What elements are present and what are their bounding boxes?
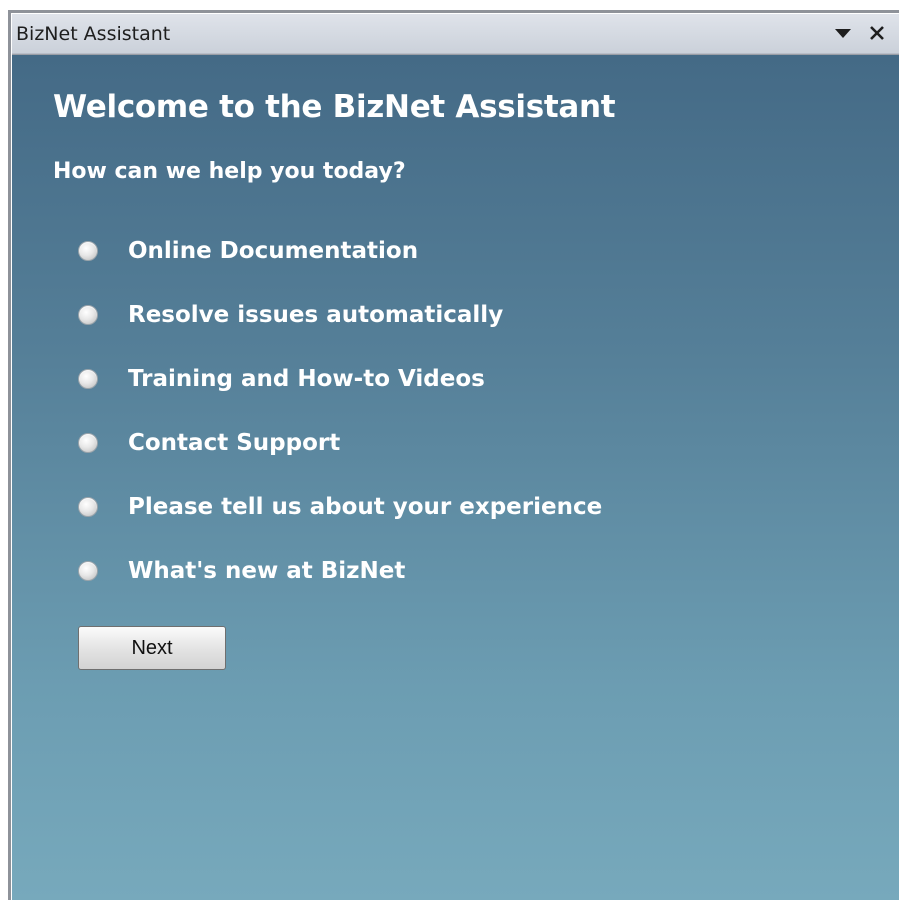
- triangle-down-icon: [835, 29, 851, 38]
- assistant-pane: BizNet Assistant Welcome to the BizNet A…: [11, 13, 899, 900]
- option-label: What's new at BizNet: [128, 558, 406, 584]
- radio-button[interactable]: [78, 561, 98, 581]
- title-bar: BizNet Assistant: [12, 14, 899, 54]
- radio-button[interactable]: [78, 497, 98, 517]
- option-resolve-issues[interactable]: Resolve issues automatically: [78, 298, 503, 332]
- radio-button[interactable]: [78, 433, 98, 453]
- radio-button[interactable]: [78, 369, 98, 389]
- option-contact-support[interactable]: Contact Support: [78, 426, 340, 460]
- close-icon: [870, 26, 884, 40]
- option-training-videos[interactable]: Training and How-to Videos: [78, 362, 485, 396]
- option-label: Training and How-to Videos: [128, 366, 485, 392]
- help-question: How can we help you today?: [53, 159, 406, 184]
- option-online-documentation[interactable]: Online Documentation: [78, 234, 418, 268]
- option-label: Please tell us about your experience: [128, 494, 603, 520]
- window-title: BizNet Assistant: [16, 23, 171, 45]
- page-title: Welcome to the BizNet Assistant: [53, 89, 616, 125]
- next-button[interactable]: Next: [78, 626, 226, 670]
- pane-options-button[interactable]: [830, 20, 856, 46]
- radio-button[interactable]: [78, 305, 98, 325]
- close-button[interactable]: [864, 20, 890, 46]
- option-label: Resolve issues automatically: [128, 302, 504, 328]
- option-whats-new[interactable]: What's new at BizNet: [78, 554, 405, 588]
- radio-button[interactable]: [78, 241, 98, 261]
- assistant-content: Welcome to the BizNet Assistant How can …: [12, 55, 899, 900]
- option-feedback[interactable]: Please tell us about your experience: [78, 490, 602, 524]
- option-label: Contact Support: [128, 430, 341, 456]
- option-label: Online Documentation: [128, 238, 419, 264]
